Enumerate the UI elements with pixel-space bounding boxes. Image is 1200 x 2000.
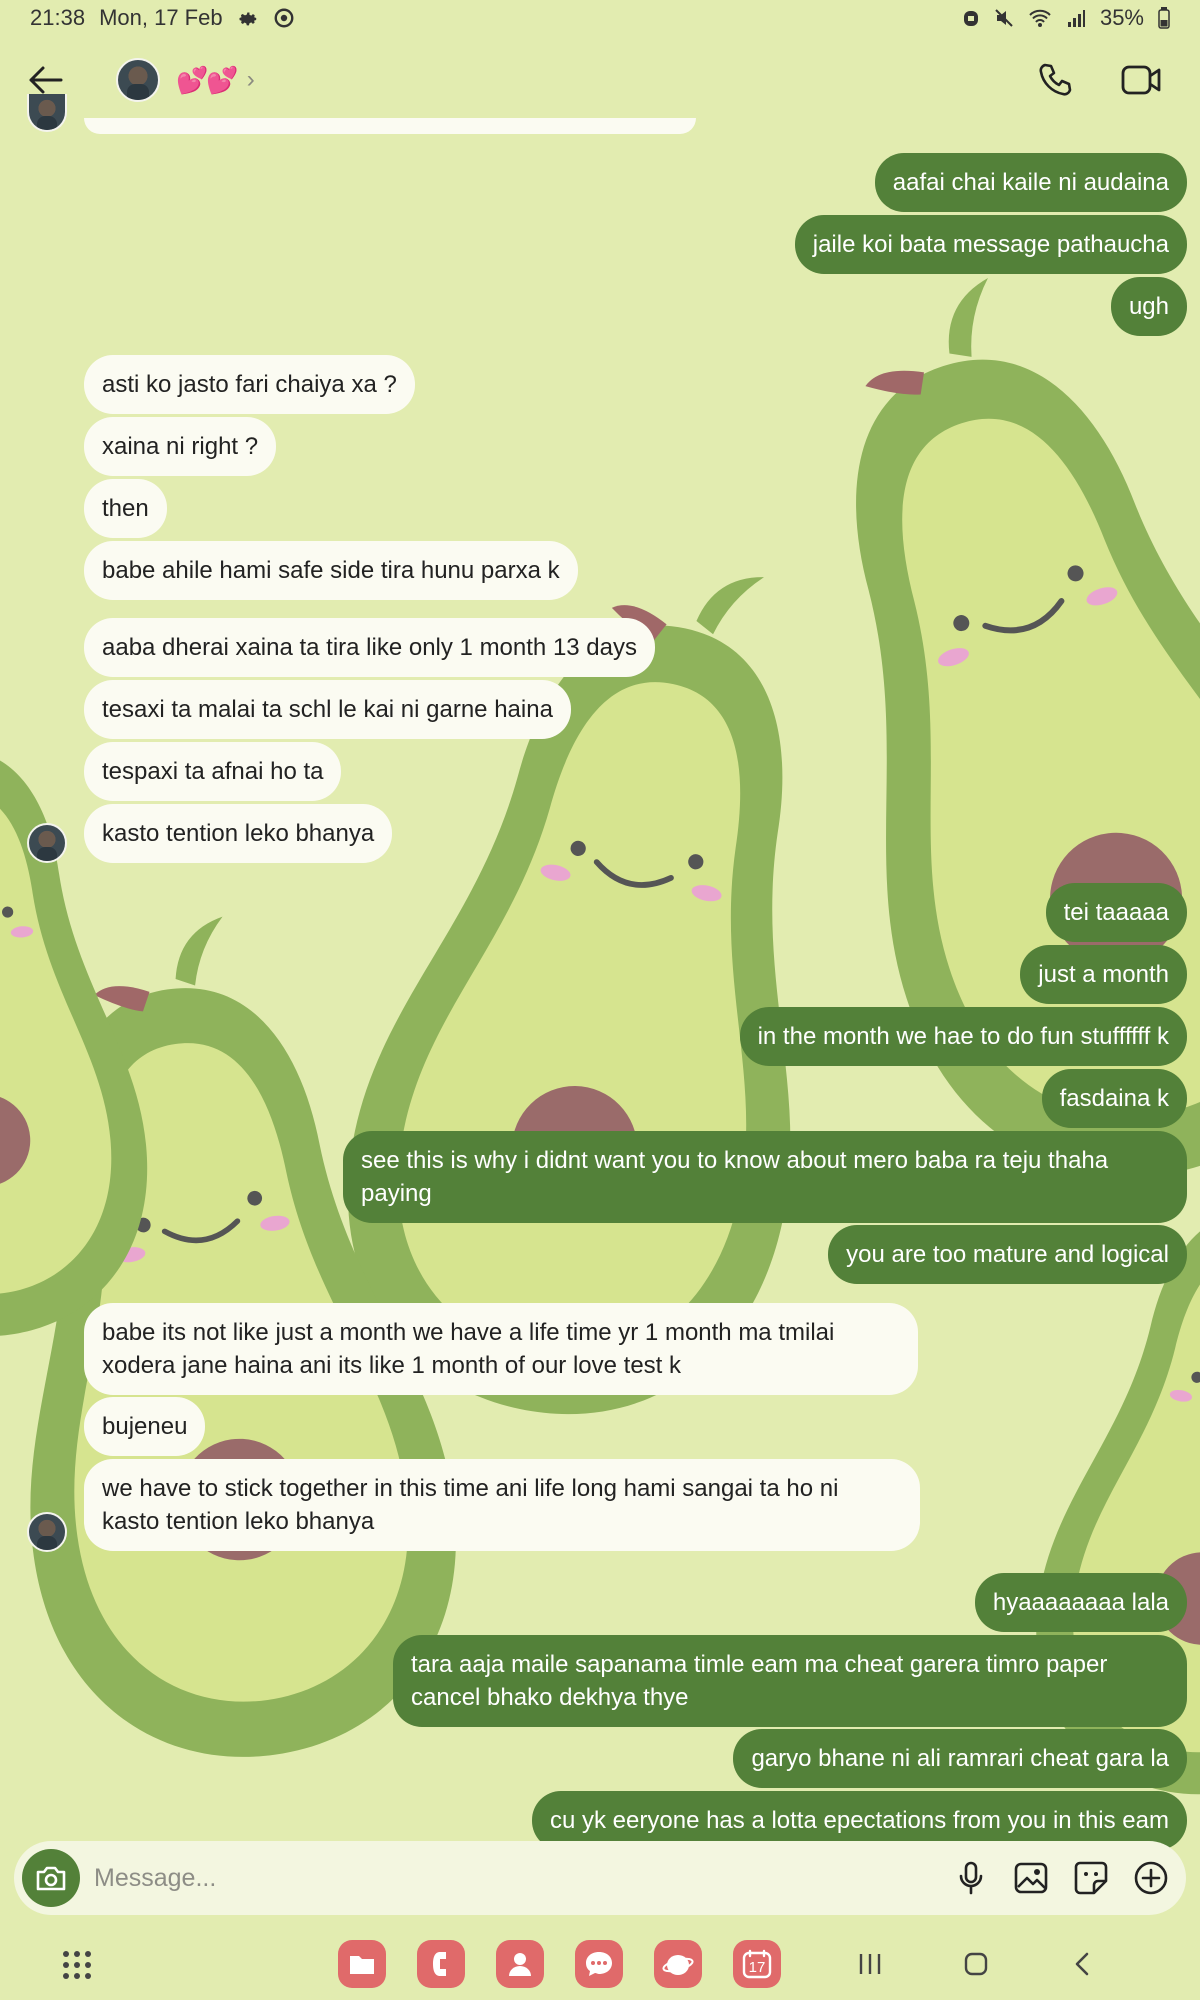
home-icon (964, 1952, 988, 1976)
outgoing-message[interactable]: fasdaina k (1041, 1069, 1187, 1128)
home-button[interactable] (954, 1942, 998, 1986)
status-date: Mon, 17 Feb (99, 5, 223, 30)
alarm-icon (962, 8, 980, 28)
gallery-icon (1014, 1862, 1048, 1894)
calendar-day: 17 (748, 1958, 766, 1976)
phone-app[interactable] (417, 1940, 465, 1988)
system-taskbar: 17 (0, 1930, 1200, 2000)
outgoing-message[interactable]: hyaaaaaaaa lala (974, 1573, 1187, 1632)
outgoing-message[interactable]: jaile koi bata message pathaucha (794, 215, 1187, 274)
phone-icon (1039, 63, 1072, 96)
nav-back-button[interactable] (1060, 1942, 1104, 1986)
files-icon (350, 1956, 374, 1974)
more-options-button[interactable] (1134, 1861, 1168, 1895)
incoming-message[interactable]: aaba dherai xaina ta tira like only 1 mo… (84, 618, 655, 677)
outgoing-message[interactable]: tara aaja maile sapanama timle eam ma ch… (393, 1635, 1187, 1727)
battery-icon (1158, 7, 1170, 29)
contact-name[interactable]: 💕💕 (176, 65, 239, 96)
incoming-message[interactable] (84, 118, 696, 134)
back-arrow-icon (29, 66, 63, 94)
outgoing-message[interactable]: garyo bhane ni ali ramrari cheat gara la (733, 1729, 1187, 1788)
battery-percent: 35% (1099, 5, 1144, 30)
app-drawer-icon[interactable] (60, 1948, 94, 1982)
camera-icon (36, 1866, 66, 1891)
wifi-icon (1028, 8, 1052, 28)
files-app[interactable] (338, 1940, 386, 1988)
back-icon (1075, 1952, 1089, 1976)
chevron-right-icon[interactable]: › (247, 66, 255, 94)
incoming-message[interactable]: kasto tention leko bhanya (84, 804, 393, 863)
message-composer (14, 1841, 1186, 1915)
status-time: 21:38 (30, 5, 86, 30)
phone-app-icon (433, 1952, 446, 1976)
camera-button[interactable] (22, 1849, 80, 1907)
incoming-message[interactable]: babe its not like just a month we have a… (84, 1303, 918, 1395)
incoming-message[interactable]: tesaxi ta malai ta schl le kai ni garne … (84, 680, 571, 739)
gallery-button[interactable] (1014, 1861, 1048, 1895)
voice-call-button[interactable] (1032, 57, 1078, 103)
sync-icon (273, 7, 295, 29)
microphone-icon (959, 1861, 983, 1895)
outgoing-message[interactable]: aafai chai kaile ni audaina (874, 153, 1187, 212)
voice-message-button[interactable] (954, 1861, 988, 1895)
chat-header: 💕💕 › (0, 40, 1200, 120)
add-icon (1134, 1861, 1168, 1895)
sticker-icon (1074, 1861, 1108, 1895)
browser-app[interactable] (654, 1940, 702, 1988)
sender-avatar (27, 1512, 67, 1552)
gear-icon (237, 7, 259, 29)
incoming-message[interactable]: bujeneu (84, 1397, 206, 1456)
outgoing-message[interactable]: tei taaaaa (1045, 883, 1187, 942)
video-call-icon (1121, 65, 1161, 95)
status-bar: 21:38 Mon, 17 Feb 35% (0, 0, 1200, 36)
incoming-message[interactable]: xaina ni right ? (84, 417, 277, 476)
signal-icon (1066, 8, 1086, 28)
message-thread: aafai chai kaile ni audaina jaile koi ba… (0, 0, 1200, 2000)
incoming-message[interactable]: we have to stick together in this time a… (84, 1459, 920, 1551)
back-button[interactable] (22, 57, 68, 103)
outgoing-message[interactable]: ugh (1110, 277, 1187, 336)
incoming-message[interactable]: tespaxi ta afnai ho ta (84, 742, 342, 801)
sender-avatar (27, 823, 67, 863)
outgoing-message[interactable]: see this is why i didnt want you to know… (343, 1131, 1187, 1223)
outgoing-message[interactable]: in the month we hae to do fun stuffffff … (739, 1007, 1187, 1066)
incoming-message[interactable]: babe ahile hami safe side tira hunu parx… (84, 541, 578, 600)
contacts-icon (509, 1953, 531, 1976)
incoming-message[interactable]: asti ko jasto fari chaiya xa ? (84, 355, 415, 414)
outgoing-message[interactable]: you are too mature and logical (828, 1225, 1187, 1284)
recents-button[interactable] (848, 1942, 892, 1986)
recents-icon (859, 1954, 881, 1974)
contacts-app[interactable] (496, 1940, 544, 1988)
contact-avatar[interactable] (116, 58, 160, 102)
mute-icon (994, 8, 1014, 28)
calendar-app[interactable]: 17 (733, 1940, 781, 1988)
messages-icon (586, 1952, 612, 1976)
browser-icon (662, 1955, 694, 1975)
messages-app[interactable] (575, 1940, 623, 1988)
incoming-message[interactable]: then (84, 479, 167, 538)
outgoing-message[interactable]: just a month (1020, 945, 1187, 1004)
video-call-button[interactable] (1118, 57, 1164, 103)
sticker-button[interactable] (1074, 1861, 1108, 1895)
message-input[interactable] (94, 1863, 954, 1893)
